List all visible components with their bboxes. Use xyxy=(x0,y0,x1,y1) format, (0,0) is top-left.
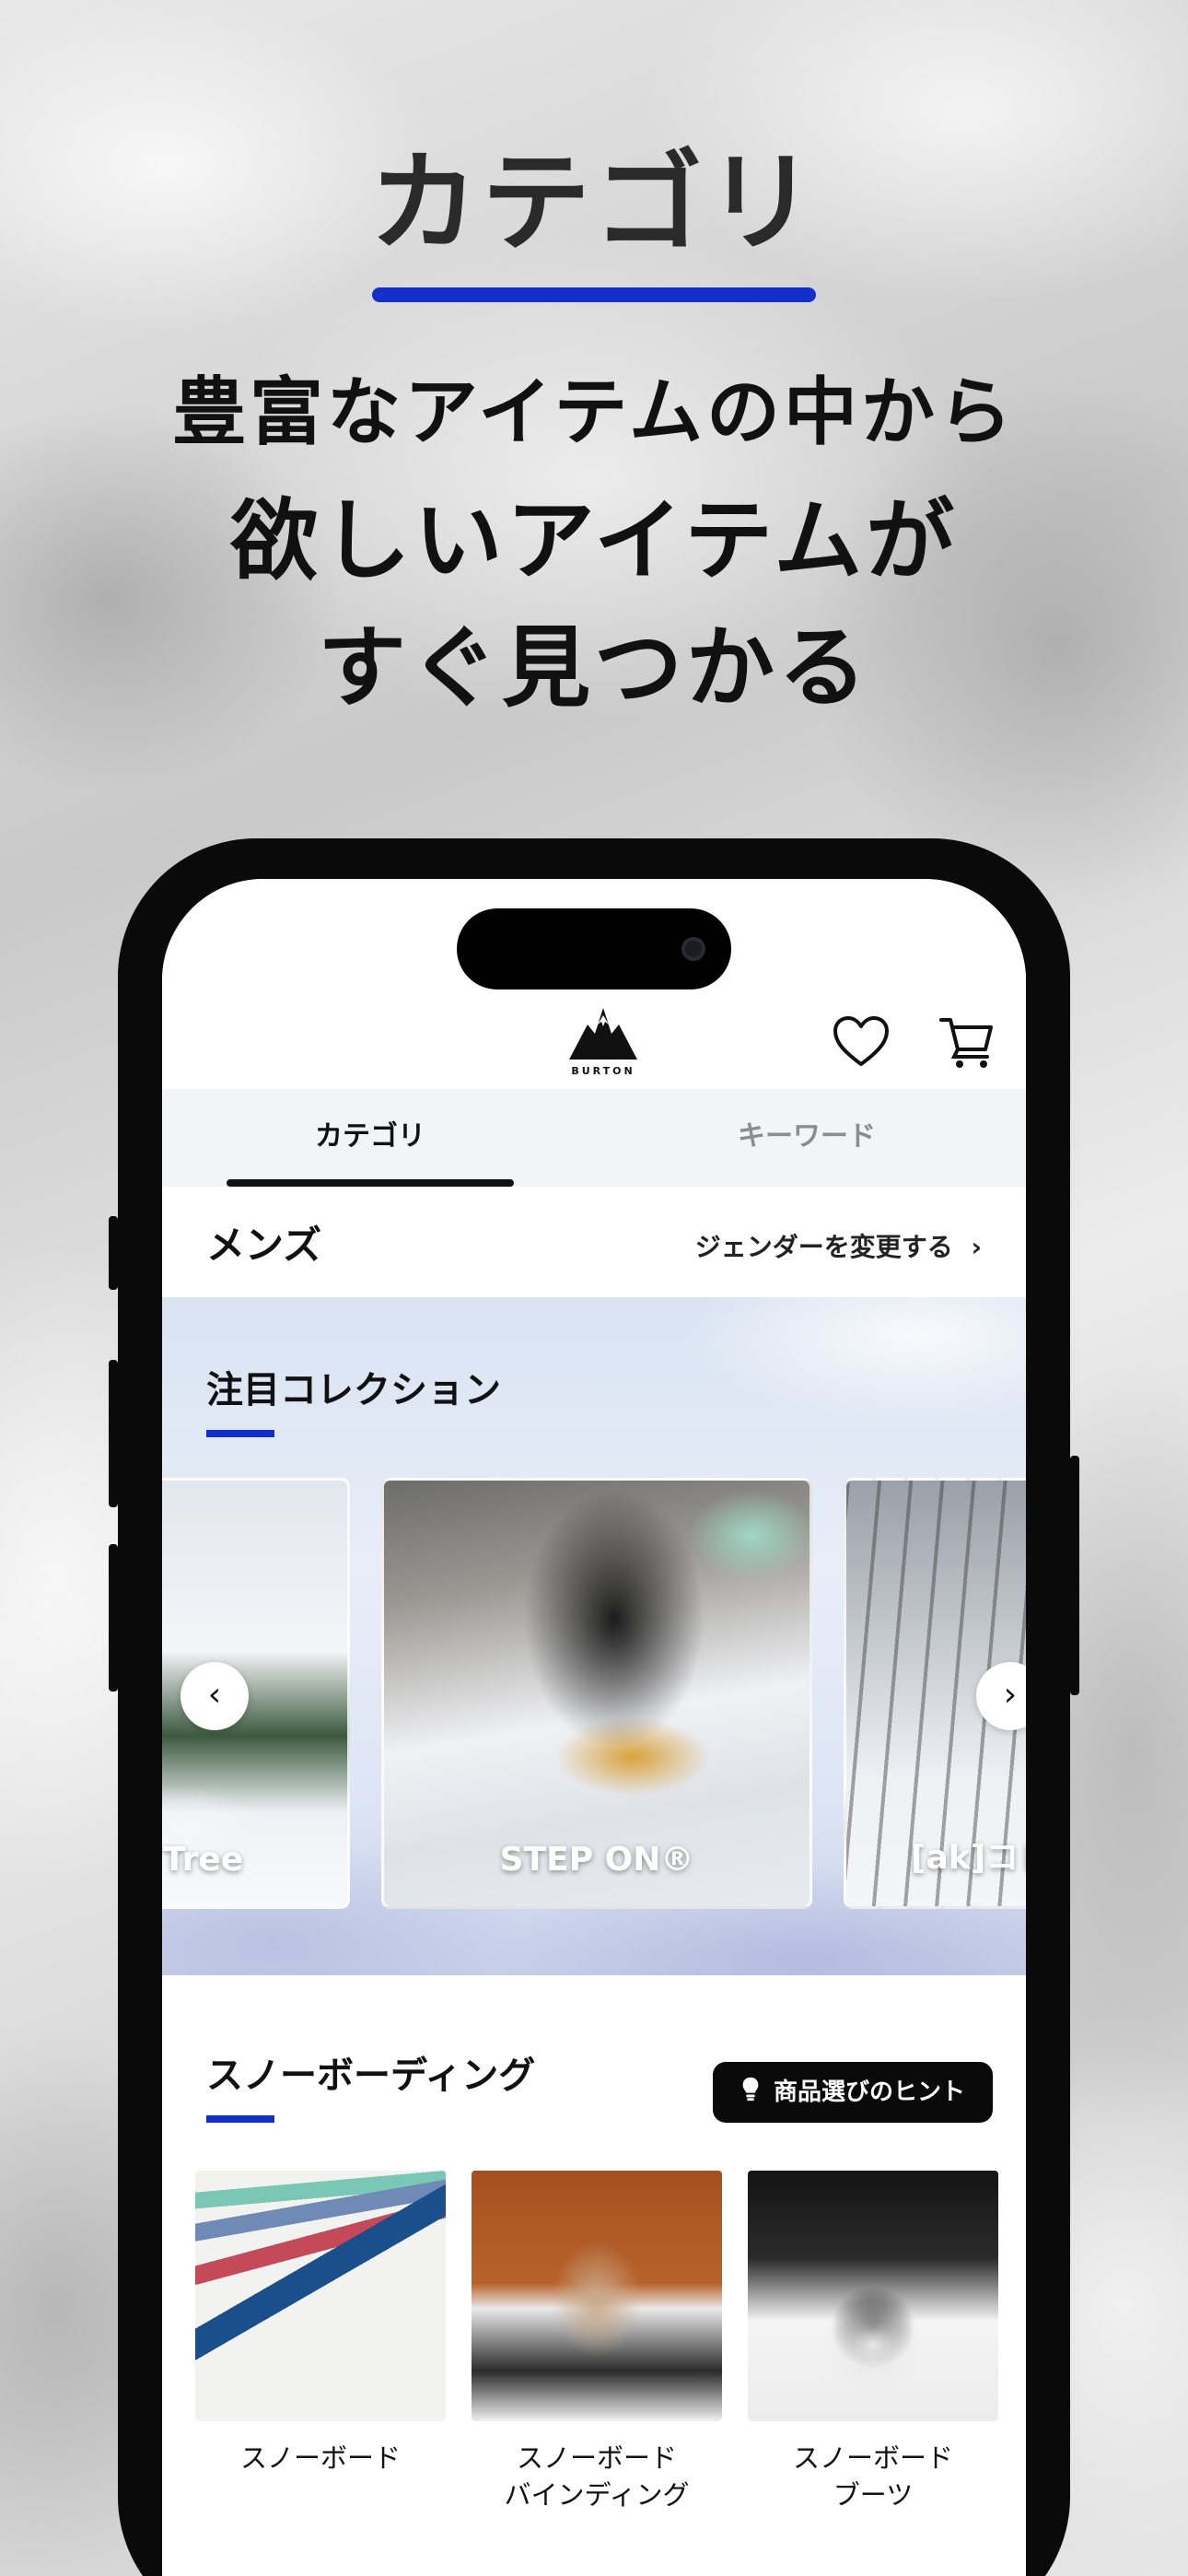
change-gender-link[interactable]: ジェンダーを変更する › xyxy=(695,1227,982,1264)
burton-logo[interactable]: BURTON xyxy=(567,1006,639,1077)
category-label-line2: バインディング xyxy=(504,2479,690,2511)
gender-current: メンズ xyxy=(206,1223,322,1268)
app-header: BURTON xyxy=(162,879,1026,1089)
category-label: スノーボード ブーツ xyxy=(748,2440,998,2513)
category-label: スノーボード バインディング xyxy=(472,2440,722,2513)
bindings-image xyxy=(472,2171,722,2421)
phone-screen: BURTON カテゴリ キーワード メンズ ジェンダーを変更する › 注目コレク… xyxy=(162,879,1026,2576)
camera-icon xyxy=(681,937,705,961)
featured-title-underline xyxy=(206,1430,274,1437)
cart-icon[interactable] xyxy=(938,1013,996,1071)
hero-subtitle-line3: すぐ見つかる xyxy=(318,616,870,720)
collection-card-label: Tree xyxy=(163,1841,244,1879)
phone-side-button-left-2 xyxy=(109,1360,118,1507)
phone-side-button-right xyxy=(1070,1456,1079,1695)
snowboarding-section: スノーボーディング 商品選びのヒント スノーボード スノーボード バインディング… xyxy=(162,1975,1026,2576)
phone-side-button-left-1 xyxy=(109,1216,118,1290)
lightbulb-icon xyxy=(742,2077,759,2102)
search-mode-tabs: カテゴリ キーワード xyxy=(162,1089,1026,1187)
category-tile-boots[interactable]: スノーボード ブーツ xyxy=(748,2171,998,2513)
category-tile-bindings[interactable]: スノーボード バインディング xyxy=(472,2171,722,2513)
category-label-line1: スノーボード xyxy=(516,2442,677,2474)
tab-keyword[interactable]: キーワード xyxy=(663,1089,950,1187)
snowboard-image xyxy=(195,2171,446,2421)
product-hint-label: 商品選びのヒント xyxy=(773,2078,965,2106)
snowboarding-title: スノーボーディング xyxy=(206,2055,536,2097)
featured-collections: 注目コレクション Tree STEP ON® [ak]コレ ‹ › xyxy=(162,1297,1026,1975)
category-label-line1: スノーボード xyxy=(792,2442,953,2474)
tab-category[interactable]: カテゴリ xyxy=(227,1089,514,1187)
collection-card[interactable]: STEP ON® xyxy=(381,1478,812,1909)
category-label-line1: スノーボード xyxy=(239,2442,401,2474)
product-hint-button[interactable]: 商品選びのヒント xyxy=(712,2062,993,2123)
snowboarding-title-underline xyxy=(206,2115,274,2123)
gender-bar: メンズ ジェンダーを変更する › xyxy=(162,1187,1026,1297)
brand-name: BURTON xyxy=(571,1065,635,1077)
dynamic-island xyxy=(457,908,731,989)
mountain-logo-icon xyxy=(569,1008,637,1060)
hero-title: カテゴリ xyxy=(368,139,819,266)
category-label-line2: ブーツ xyxy=(833,2479,914,2511)
collection-card-label: [ak]コレ xyxy=(911,1839,1026,1877)
hero-subtitle-line2: 欲しいアイテムが xyxy=(229,489,959,592)
hero-subtitle-line1: 豊富なアイテムの中から xyxy=(172,369,1016,455)
carousel-prev-button[interactable]: ‹ xyxy=(181,1662,249,1730)
featured-title: 注目コレクション xyxy=(206,1369,501,1411)
category-tile-snowboard[interactable]: スノーボード xyxy=(195,2171,446,2476)
change-gender-label: ジェンダーを変更する xyxy=(694,1232,953,1262)
category-label: スノーボード xyxy=(195,2440,446,2476)
boots-image xyxy=(748,2171,998,2421)
active-tab-indicator xyxy=(227,1179,514,1187)
hero-title-underline xyxy=(372,287,816,302)
heart-icon[interactable] xyxy=(832,1014,891,1068)
phone-side-button-left-3 xyxy=(109,1544,118,1692)
promo-headline: カテゴリ 豊富なアイテムの中から 欲しいアイテムが すぐ見つかる xyxy=(0,138,1188,732)
phone-frame: BURTON カテゴリ キーワード メンズ ジェンダーを変更する › 注目コレク… xyxy=(118,838,1070,2576)
chevron-right-icon: › xyxy=(971,1232,982,1262)
collection-card-label: STEP ON® xyxy=(499,1841,694,1879)
